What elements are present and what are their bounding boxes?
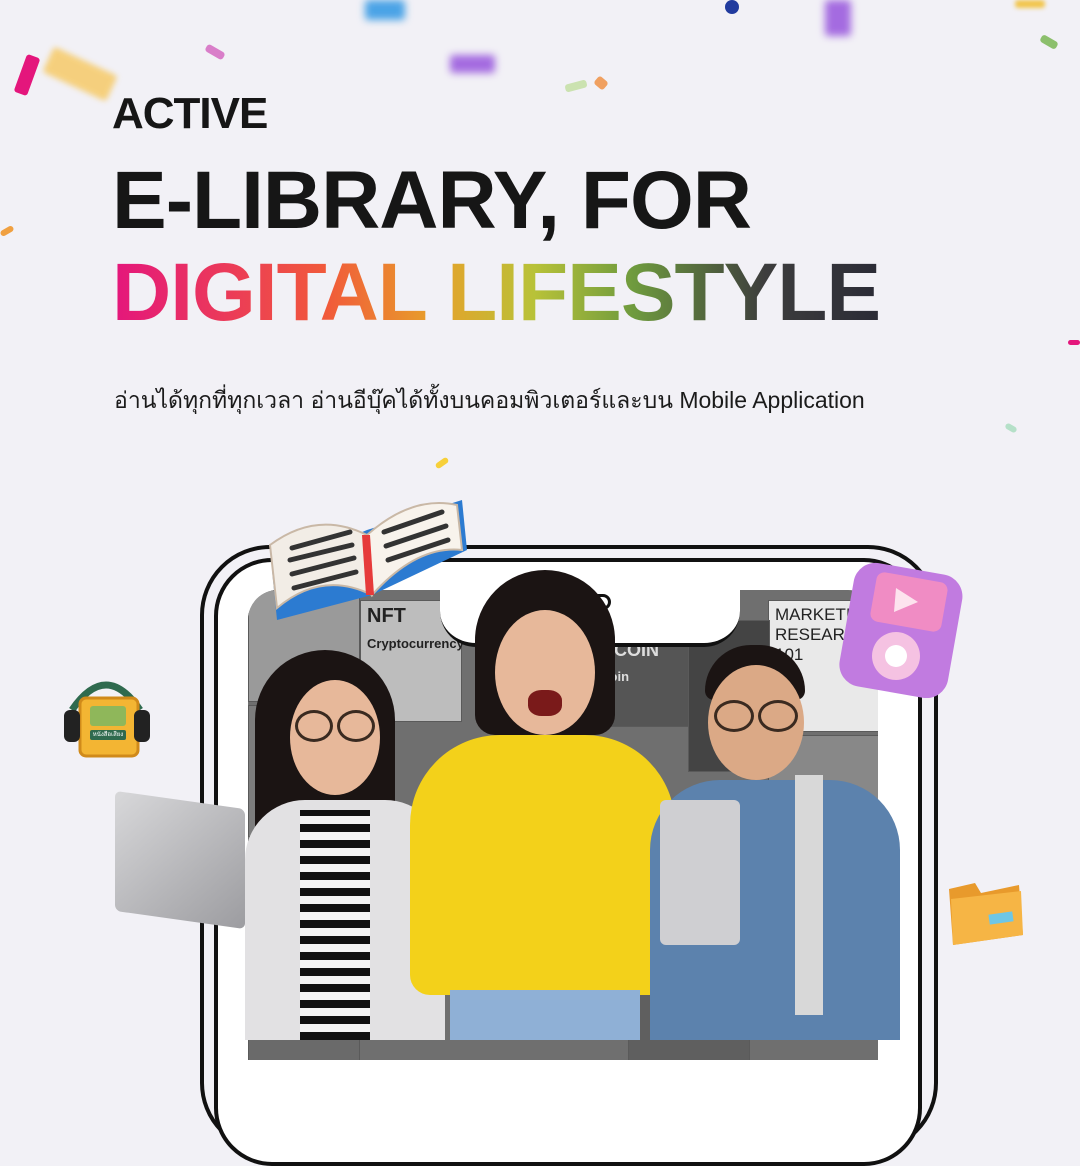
glasses — [337, 710, 375, 742]
laptop — [115, 790, 245, 930]
backpack-strap — [795, 775, 823, 1015]
media-player-icon — [838, 558, 970, 703]
confetti — [0, 224, 15, 238]
mouth — [528, 690, 562, 716]
hero-subtitle: อ่านได้ทุกที่ทุกเวลา อ่านอีบุ๊คได้ทั้งบน… — [114, 387, 865, 413]
confetti — [1004, 422, 1018, 434]
tablet — [660, 800, 740, 945]
confetti — [450, 55, 495, 73]
confetti — [13, 53, 41, 97]
person-woman-laptop — [115, 650, 445, 1040]
striped-shirt — [300, 810, 370, 1040]
confetti — [42, 46, 118, 102]
confetti — [1015, 0, 1045, 8]
confetti — [365, 0, 405, 20]
open-book-icon — [262, 490, 472, 630]
glasses — [758, 700, 798, 732]
yellow-sweater — [410, 735, 675, 995]
headline-active: ACTIVE — [112, 89, 268, 138]
jeans — [450, 990, 640, 1040]
headline-digital-lifestyle: DIGITAL LIFESTYLE — [112, 247, 881, 338]
confetti — [825, 0, 851, 36]
confetti — [1039, 34, 1059, 50]
glasses — [295, 710, 333, 742]
confetti — [204, 43, 226, 61]
audiobook-headphones-icon: หนังสือเสียง — [60, 670, 152, 770]
confetti — [434, 456, 450, 470]
person-excited-woman — [410, 570, 675, 1040]
folder-icon — [945, 873, 1027, 954]
audiobook-badge-text: หนังสือเสียง — [92, 732, 124, 738]
confetti — [1068, 340, 1080, 345]
person-man-backpack — [640, 645, 910, 1040]
headline-elibrary: E-LIBRARY, FOR — [112, 155, 752, 246]
glasses — [714, 700, 754, 732]
face — [495, 610, 595, 735]
confetti — [593, 75, 609, 91]
confetti — [564, 79, 588, 93]
confetti — [725, 0, 739, 14]
